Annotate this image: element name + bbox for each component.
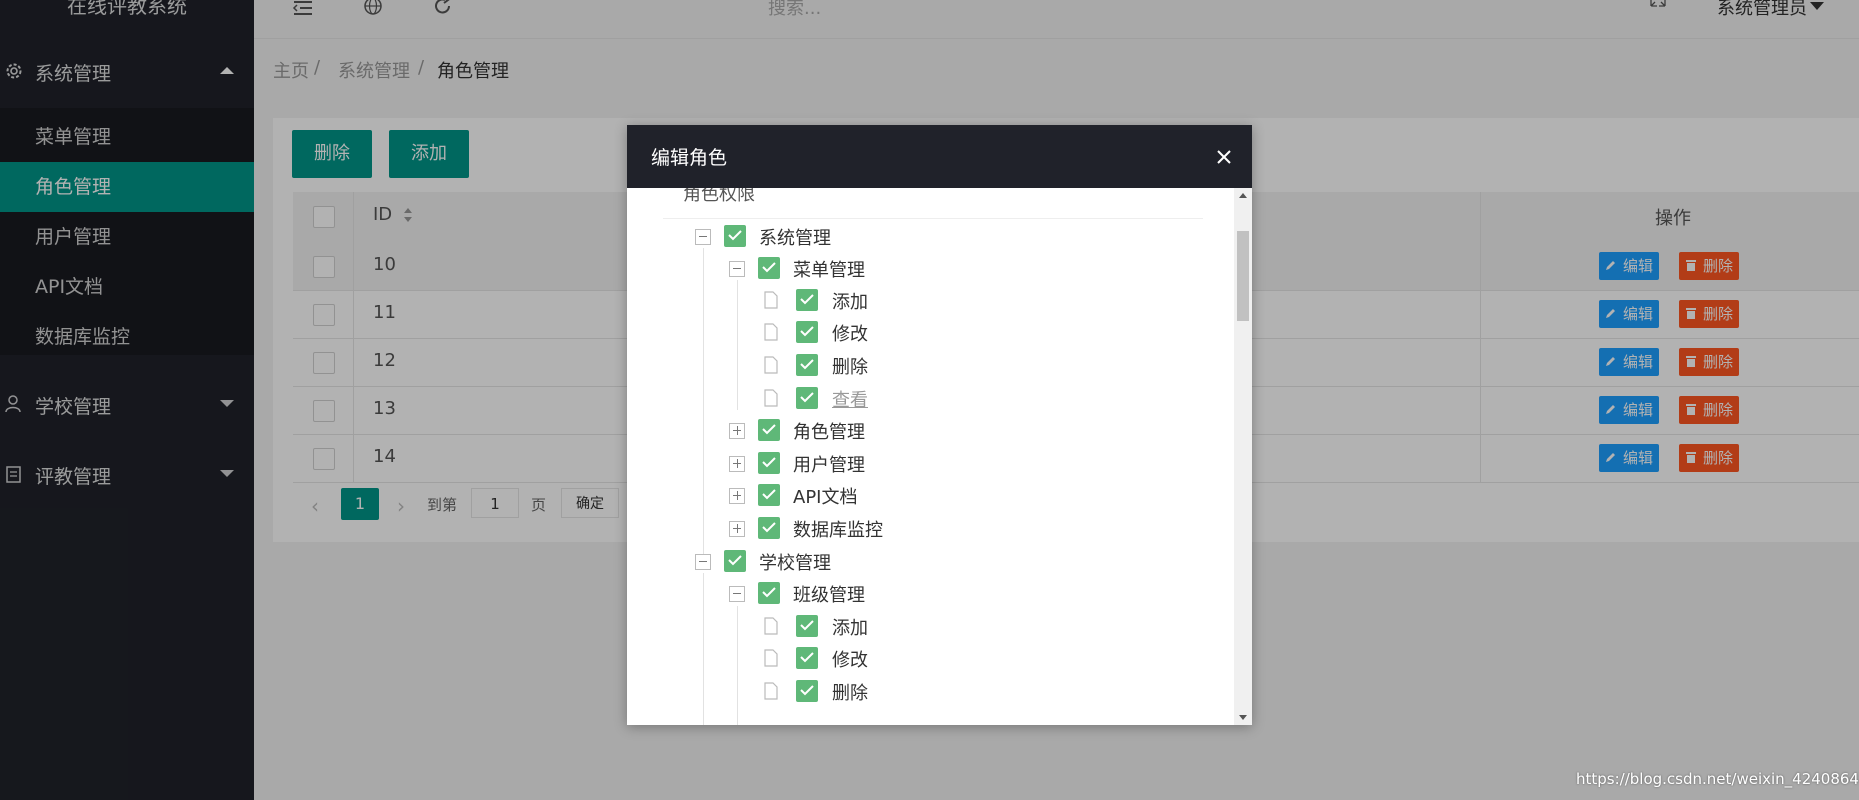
expand-icon[interactable] bbox=[729, 456, 745, 472]
modal-header: 编辑角色 bbox=[627, 125, 1252, 188]
tree-checkbox[interactable] bbox=[724, 225, 746, 247]
check-icon bbox=[728, 555, 742, 566]
tree-node[interactable]: 修改 bbox=[627, 319, 1187, 347]
collapse-icon[interactable] bbox=[729, 261, 745, 277]
tree-label: 删除 bbox=[832, 683, 868, 704]
tree-checkbox[interactable] bbox=[796, 387, 818, 409]
file-icon bbox=[764, 356, 778, 374]
section-divider bbox=[663, 218, 1203, 219]
tree-node[interactable]: 用户管理 bbox=[627, 450, 1187, 478]
tree-label: 学校管理 bbox=[759, 553, 831, 574]
check-icon bbox=[800, 620, 814, 631]
check-icon bbox=[762, 489, 776, 500]
file-icon bbox=[764, 291, 778, 309]
tree-label: 修改 bbox=[832, 650, 868, 671]
tree-checkbox[interactable] bbox=[796, 289, 818, 311]
file-icon bbox=[764, 682, 778, 700]
expand-icon[interactable] bbox=[729, 423, 745, 439]
modal-body: 角色权限 系统管理 菜单管理 添加 修改 删除 查看 角色管理 用户管理 API… bbox=[627, 188, 1234, 725]
tree-label: 数据库监控 bbox=[793, 520, 883, 541]
tree-checkbox[interactable] bbox=[758, 582, 780, 604]
tree-label: 添加 bbox=[832, 292, 868, 313]
check-icon bbox=[762, 424, 776, 435]
tree-node[interactable]: 添加 bbox=[627, 613, 1187, 641]
tree-node[interactable]: 数据库监控 bbox=[627, 515, 1187, 543]
collapse-icon[interactable] bbox=[729, 586, 745, 602]
tree-node[interactable]: 角色管理 bbox=[627, 417, 1187, 445]
file-icon bbox=[764, 389, 778, 407]
section-label: 角色权限 bbox=[683, 188, 755, 205]
file-icon bbox=[764, 617, 778, 635]
tree-label: 修改 bbox=[832, 324, 868, 345]
check-icon bbox=[800, 685, 814, 696]
tree-checkbox[interactable] bbox=[758, 257, 780, 279]
tree-node[interactable]: 学校管理 bbox=[627, 548, 1187, 576]
modal-title: 编辑角色 bbox=[651, 147, 728, 169]
tree-node[interactable]: 修改 bbox=[627, 645, 1187, 673]
tree-checkbox[interactable] bbox=[796, 680, 818, 702]
tree-checkbox[interactable] bbox=[796, 615, 818, 637]
tree-label: 查看 bbox=[832, 390, 868, 411]
watermark: https://blog.csdn.net/weixin_42408648 bbox=[1576, 770, 1859, 788]
tree-node[interactable]: 班级管理 bbox=[627, 580, 1187, 608]
tree-node[interactable]: 删除 bbox=[627, 678, 1187, 706]
check-icon bbox=[762, 262, 776, 273]
check-icon bbox=[800, 392, 814, 403]
tree-label: 系统管理 bbox=[759, 228, 831, 249]
scroll-down-icon[interactable] bbox=[1239, 715, 1247, 720]
tree-checkbox[interactable] bbox=[796, 647, 818, 669]
check-icon bbox=[762, 457, 776, 468]
check-icon bbox=[762, 587, 776, 598]
tree-checkbox[interactable] bbox=[796, 321, 818, 343]
scrollbar-thumb[interactable] bbox=[1237, 231, 1249, 321]
tree-node[interactable]: API文档 bbox=[627, 482, 1187, 510]
tree-label: 班级管理 bbox=[793, 585, 865, 606]
edit-role-modal: 编辑角色 角色权限 系统管理 菜单管理 添加 修改 删除 查看 角色管理 用户管… bbox=[627, 125, 1252, 725]
tree-checkbox[interactable] bbox=[758, 517, 780, 539]
collapse-icon[interactable] bbox=[695, 554, 711, 570]
tree-node[interactable]: 菜单管理 bbox=[627, 255, 1187, 283]
close-icon[interactable] bbox=[1216, 149, 1232, 165]
tree-label: API文档 bbox=[793, 487, 858, 508]
check-icon bbox=[800, 359, 814, 370]
check-icon bbox=[800, 652, 814, 663]
scroll-up-icon[interactable] bbox=[1239, 193, 1247, 198]
file-icon bbox=[764, 649, 778, 667]
tree-node[interactable]: 删除 bbox=[627, 352, 1187, 380]
check-icon bbox=[800, 326, 814, 337]
tree-label: 用户管理 bbox=[793, 455, 865, 476]
collapse-icon[interactable] bbox=[695, 229, 711, 245]
tree-checkbox[interactable] bbox=[758, 484, 780, 506]
tree-node[interactable]: 查看 bbox=[627, 385, 1187, 413]
expand-icon[interactable] bbox=[729, 488, 745, 504]
check-icon bbox=[728, 230, 742, 241]
tree-node[interactable]: 添加 bbox=[627, 287, 1187, 315]
tree-label: 菜单管理 bbox=[793, 260, 865, 281]
modal-scrollbar[interactable] bbox=[1234, 188, 1252, 725]
expand-icon[interactable] bbox=[729, 521, 745, 537]
tree-node[interactable]: 系统管理 bbox=[627, 223, 1187, 251]
check-icon bbox=[762, 522, 776, 533]
tree-checkbox[interactable] bbox=[796, 354, 818, 376]
tree-label: 角色管理 bbox=[793, 422, 865, 443]
tree-label: 删除 bbox=[832, 357, 868, 378]
tree-label: 添加 bbox=[832, 618, 868, 639]
tree-checkbox[interactable] bbox=[758, 419, 780, 441]
file-icon bbox=[764, 323, 778, 341]
check-icon bbox=[800, 294, 814, 305]
tree-checkbox[interactable] bbox=[758, 452, 780, 474]
tree-checkbox[interactable] bbox=[724, 550, 746, 572]
